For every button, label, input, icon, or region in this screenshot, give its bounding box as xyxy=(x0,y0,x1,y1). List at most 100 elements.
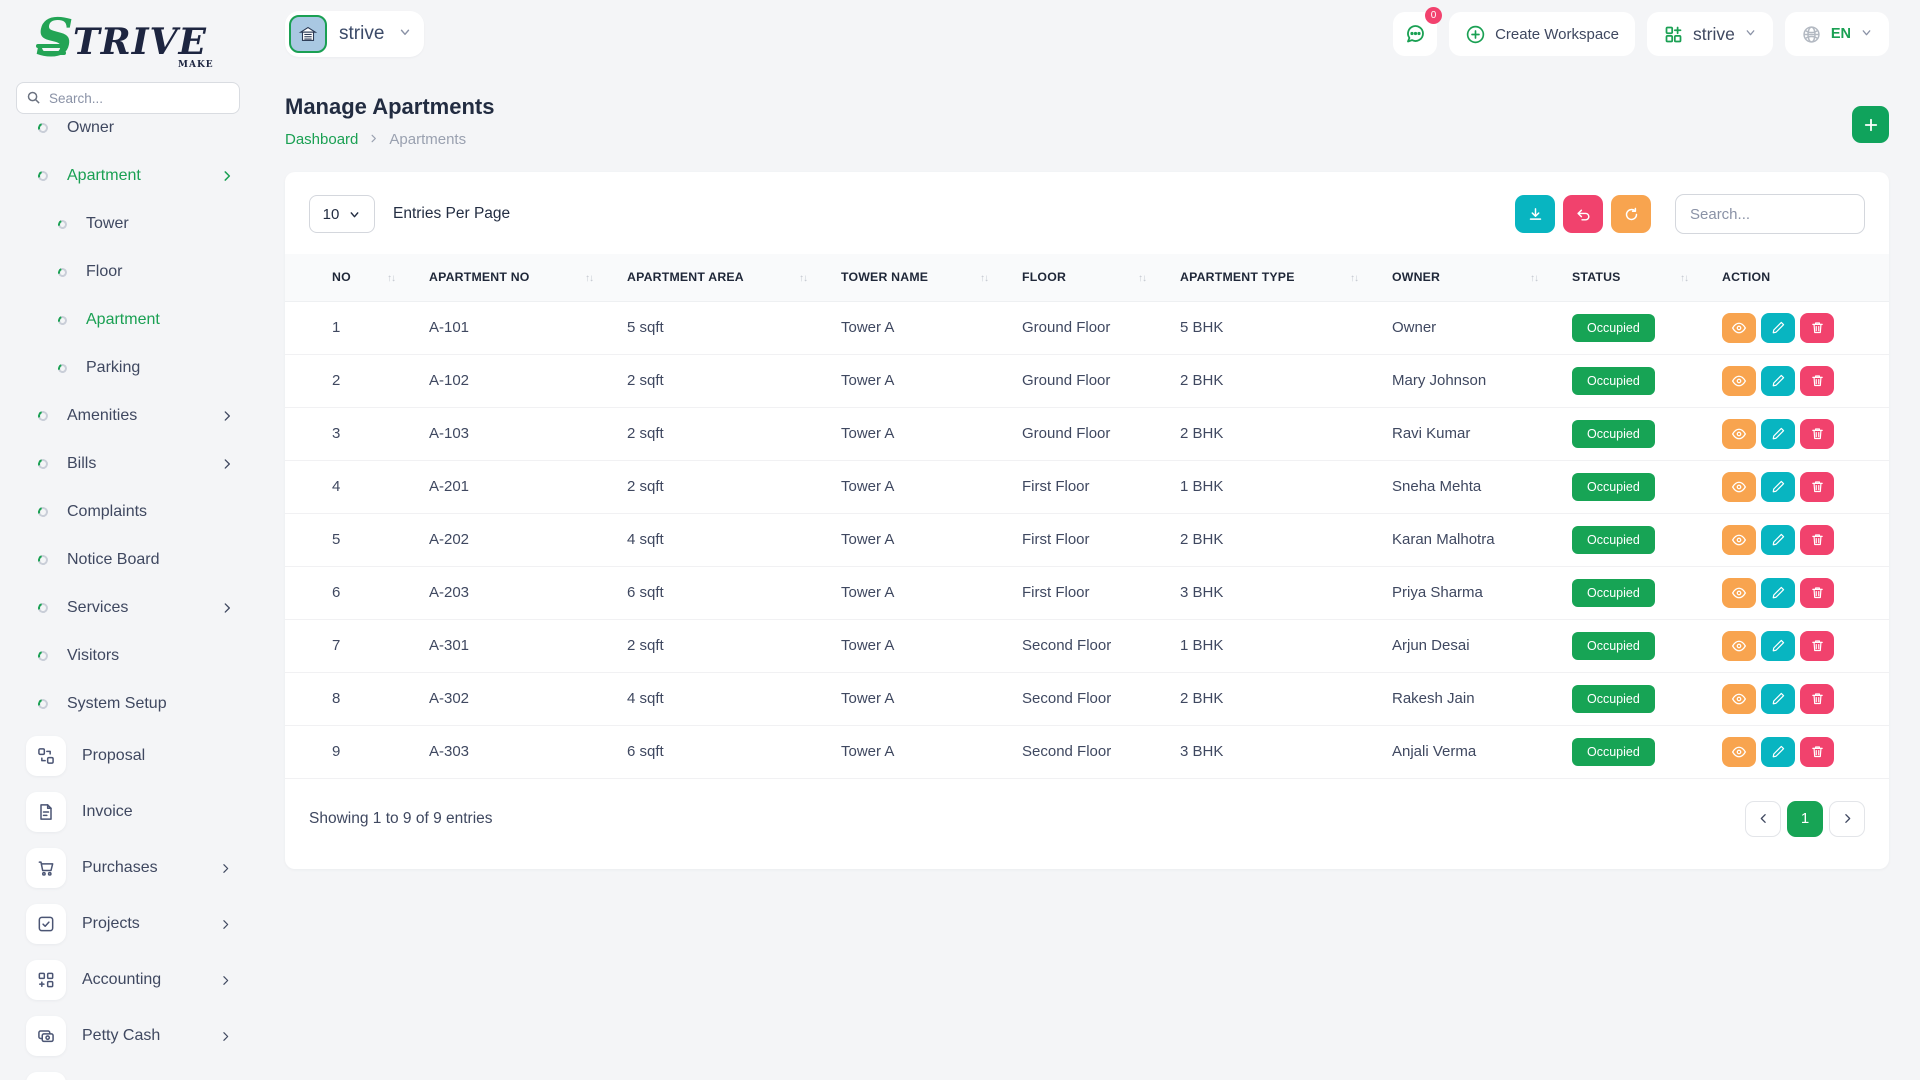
sidebar-item-floor[interactable]: Floor xyxy=(16,248,240,296)
sidebar-item-accounting[interactable]: Accounting xyxy=(16,952,240,1008)
workspace-select[interactable]: strive xyxy=(1647,12,1773,56)
col-header-floor[interactable]: FLOOR↑↓ xyxy=(998,254,1156,301)
chevron-right-icon xyxy=(220,601,234,615)
sort-icon[interactable]: ↑↓ xyxy=(1530,273,1538,284)
edit-button[interactable] xyxy=(1761,525,1795,555)
col-header-apartment-no[interactable]: APARTMENT NO↑↓ xyxy=(405,254,603,301)
edit-button[interactable] xyxy=(1761,684,1795,714)
sidebar-item-proposal[interactable]: Proposal xyxy=(16,728,240,784)
delete-button[interactable] xyxy=(1800,366,1834,396)
sort-icon[interactable]: ↑↓ xyxy=(980,273,988,284)
chat-button[interactable]: 0 xyxy=(1393,12,1437,56)
donut-icon xyxy=(57,362,69,374)
edit-button[interactable] xyxy=(1761,366,1795,396)
cell-apartment-type: 5 BHK xyxy=(1156,301,1368,354)
delete-button[interactable] xyxy=(1800,737,1834,767)
col-header-owner[interactable]: OWNER↑↓ xyxy=(1368,254,1548,301)
create-workspace-button[interactable]: Create Workspace xyxy=(1449,12,1635,56)
col-header-tower-name[interactable]: TOWER NAME↑↓ xyxy=(817,254,998,301)
trash-icon xyxy=(1810,744,1825,759)
edit-button[interactable] xyxy=(1761,578,1795,608)
entries-per-page-select[interactable]: 10 xyxy=(309,195,375,233)
delete-button[interactable] xyxy=(1800,313,1834,343)
table-row: 1A-1015 sqftTower AGround Floor5 BHKOwne… xyxy=(285,301,1889,354)
col-header-status[interactable]: STATUS↑↓ xyxy=(1548,254,1698,301)
sidebar-item-partial[interactable] xyxy=(16,1064,240,1080)
pagination-page-1[interactable]: 1 xyxy=(1787,801,1823,837)
delete-button[interactable] xyxy=(1800,419,1834,449)
cell-floor: Ground Floor xyxy=(998,354,1156,407)
cell-tower-name: Tower A xyxy=(817,619,998,672)
export-button[interactable] xyxy=(1515,195,1555,233)
pagination-prev-button[interactable] xyxy=(1745,801,1781,837)
sort-icon[interactable]: ↑↓ xyxy=(799,273,807,284)
reset-button[interactable] xyxy=(1563,195,1603,233)
cell-status: Occupied xyxy=(1548,460,1698,513)
pagination-next-button[interactable] xyxy=(1829,801,1865,837)
svg-text:S: S xyxy=(36,12,74,69)
chevron-right-icon xyxy=(220,409,234,423)
sidebar-item-purchases[interactable]: Purchases xyxy=(16,840,240,896)
delete-button[interactable] xyxy=(1800,472,1834,502)
edit-button[interactable] xyxy=(1761,631,1795,661)
chevron-right-icon xyxy=(219,1030,232,1043)
sidebar-item-system-setup[interactable]: System Setup xyxy=(16,680,240,728)
breadcrumb-dashboard-link[interactable]: Dashboard xyxy=(285,131,358,148)
sidebar-search-input[interactable] xyxy=(16,82,240,114)
col-header-apartment-area[interactable]: APARTMENT AREA↑↓ xyxy=(603,254,817,301)
sidebar-item-amenities[interactable]: Amenities xyxy=(16,392,240,440)
sort-icon[interactable]: ↑↓ xyxy=(387,273,395,284)
brand-logo: S TRIVE MAKE xyxy=(16,12,240,74)
sidebar-item-owner[interactable]: Owner xyxy=(16,116,240,152)
edit-button[interactable] xyxy=(1761,472,1795,502)
sort-icon[interactable]: ↑↓ xyxy=(585,273,593,284)
view-button[interactable] xyxy=(1722,366,1756,396)
view-button[interactable] xyxy=(1722,684,1756,714)
create-workspace-label: Create Workspace xyxy=(1495,26,1619,43)
delete-button[interactable] xyxy=(1800,631,1834,661)
language-select[interactable]: EN xyxy=(1785,12,1889,56)
view-button[interactable] xyxy=(1722,419,1756,449)
sidebar-item-apartment[interactable]: Apartment xyxy=(16,152,240,200)
sidebar-item-bills[interactable]: Bills xyxy=(16,440,240,488)
add-apartment-button[interactable] xyxy=(1852,106,1889,143)
table-search-input[interactable] xyxy=(1675,194,1865,234)
refresh-button[interactable] xyxy=(1611,195,1651,233)
view-button[interactable] xyxy=(1722,313,1756,343)
edit-button[interactable] xyxy=(1761,313,1795,343)
workspace-chip[interactable]: strive xyxy=(285,11,424,57)
undo-icon xyxy=(1575,206,1592,223)
delete-button[interactable] xyxy=(1800,684,1834,714)
view-button[interactable] xyxy=(1722,525,1756,555)
edit-button[interactable] xyxy=(1761,419,1795,449)
col-header-apartment-type[interactable]: APARTMENT TYPE↑↓ xyxy=(1156,254,1368,301)
sort-icon[interactable]: ↑↓ xyxy=(1350,273,1358,284)
sort-icon[interactable]: ↑↓ xyxy=(1680,273,1688,284)
view-button[interactable] xyxy=(1722,578,1756,608)
chevron-down-icon xyxy=(1744,26,1757,43)
sidebar-item-invoice[interactable]: Invoice xyxy=(16,784,240,840)
sidebar-item-visitors[interactable]: Visitors xyxy=(16,632,240,680)
sidebar-item-services[interactable]: Services xyxy=(16,584,240,632)
sidebar-item-projects[interactable]: Projects xyxy=(16,896,240,952)
sidebar-item-complaints[interactable]: Complaints xyxy=(16,488,240,536)
svg-text:MAKE: MAKE xyxy=(178,60,214,70)
view-button[interactable] xyxy=(1722,737,1756,767)
status-badge: Occupied xyxy=(1572,314,1655,342)
trash-icon xyxy=(1810,373,1825,388)
delete-button[interactable] xyxy=(1800,525,1834,555)
main-content: Manage Apartments Dashboard Apartments 1… xyxy=(256,94,1920,869)
sidebar-item-tower[interactable]: Tower xyxy=(16,200,240,248)
view-button[interactable] xyxy=(1722,472,1756,502)
sort-icon[interactable]: ↑↓ xyxy=(1138,273,1146,284)
view-button[interactable] xyxy=(1722,631,1756,661)
cell-tower-name: Tower A xyxy=(817,725,998,778)
donut-icon xyxy=(57,266,69,278)
sidebar-item-apartment-sub[interactable]: Apartment xyxy=(16,296,240,344)
sidebar-item-parking[interactable]: Parking xyxy=(16,344,240,392)
delete-button[interactable] xyxy=(1800,578,1834,608)
col-header-no[interactable]: NO↑↓ xyxy=(285,254,405,301)
sidebar-item-notice-board[interactable]: Notice Board xyxy=(16,536,240,584)
edit-button[interactable] xyxy=(1761,737,1795,767)
sidebar-item-petty-cash[interactable]: Petty Cash xyxy=(16,1008,240,1064)
